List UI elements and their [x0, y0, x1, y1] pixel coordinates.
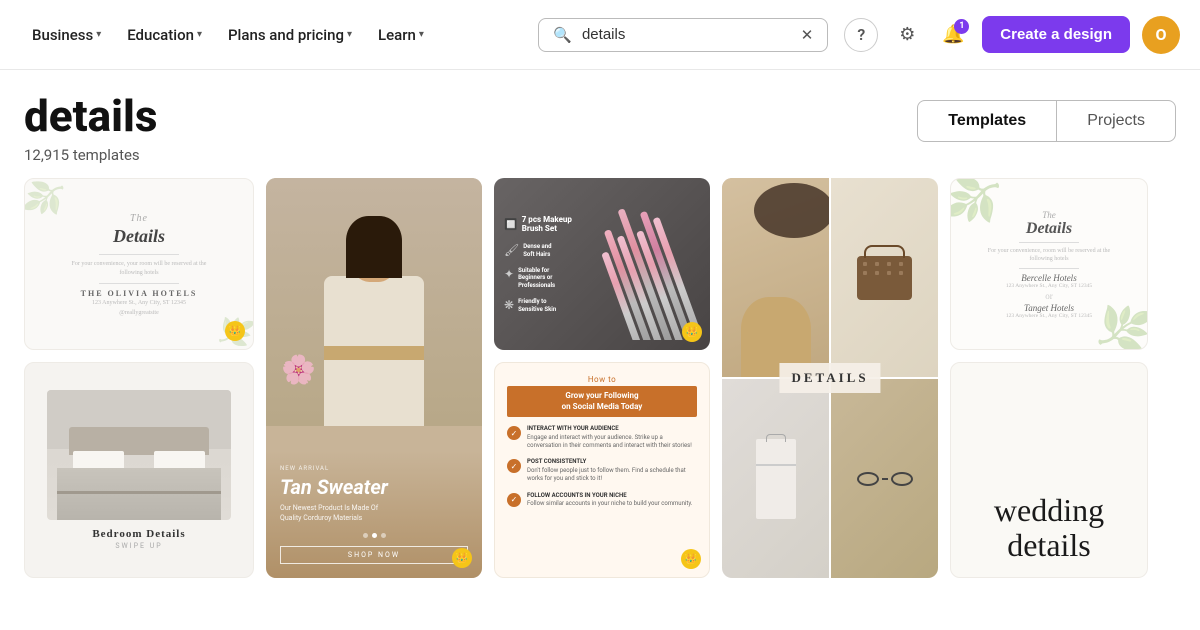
help-button[interactable]: ?	[844, 18, 878, 52]
chevron-down-icon: ▾	[96, 29, 101, 40]
settings-button[interactable]: ⚙	[890, 18, 924, 52]
tabs-container: Templates Projects	[917, 100, 1176, 142]
header-actions: ? ⚙ 🔔 1 Create a design O	[844, 16, 1180, 54]
card-hotel-addr: 123 Anywhere St., Any City, ST 12345	[92, 300, 186, 306]
main-nav: Business ▾ Education ▾ Plans and pricing…	[20, 18, 530, 52]
card-sweater-desc: Our Newest Product Is Made OfQuality Cor…	[280, 504, 468, 524]
card-new-tag: New arrival	[280, 465, 468, 472]
bedroom-photo	[47, 390, 230, 520]
card5-addr1: 123 Anywhere St., Any City, ST 12345	[1006, 283, 1092, 289]
header: Business ▾ Education ▾ Plans and pricing…	[0, 0, 1200, 70]
card5-hotel1: Bercelle Hotels	[1021, 273, 1076, 283]
nav-label-education: Education	[127, 26, 194, 44]
chevron-down-icon-2: ▾	[197, 29, 202, 40]
card5-the: The	[1042, 210, 1056, 220]
chevron-down-icon-4: ▾	[419, 29, 424, 40]
section-header: details 12,915 templates Templates Proje…	[24, 92, 1176, 164]
notification-badge: 1	[954, 19, 969, 34]
card-features: 🔲 7 pcs MakeupBrush Set 🖌 Dense andSoft …	[504, 215, 584, 314]
card-photo-area: 🌸	[266, 178, 482, 426]
template-card-watercolor-hotel[interactable]: 🌿 🌿 The Details For your convenience, ro…	[950, 178, 1148, 350]
template-grid: 🌿 🌿 The Details For your convenience, yo…	[24, 178, 1176, 578]
gear-icon: ⚙	[899, 24, 915, 45]
card7-how-to: How to	[507, 375, 697, 384]
nav-item-learn[interactable]: Learn ▾	[366, 18, 436, 52]
nav-label-plans: Plans and pricing	[228, 26, 344, 44]
tab-projects[interactable]: Projects	[1056, 100, 1176, 142]
nav-item-plans[interactable]: Plans and pricing ▾	[216, 18, 364, 52]
bedroom-subtitle: SWIPE UP	[115, 542, 162, 550]
chevron-down-icon-3: ▾	[347, 29, 352, 40]
avatar[interactable]: O	[1142, 16, 1180, 54]
collage-details-overlay: DETAILS	[779, 363, 880, 393]
tab-templates[interactable]: Templates	[917, 100, 1056, 142]
collage-img-4	[831, 379, 938, 578]
bedroom-title: Bedroom Details	[92, 528, 185, 540]
search-icon: 🔍	[553, 26, 572, 44]
card7-item-3: ✓ FOLLOW ACCOUNTS IN YOUR NICHEFollow si…	[507, 492, 697, 509]
card-social: @reallygreatsite	[119, 310, 159, 316]
notifications-button[interactable]: 🔔 1	[936, 18, 970, 52]
template-card-wedding-details[interactable]: weddingdetails	[950, 362, 1148, 578]
nav-label-business: Business	[32, 26, 93, 44]
nav-item-education[interactable]: Education ▾	[115, 18, 214, 52]
clear-search-icon[interactable]: ✕	[801, 26, 814, 44]
search-title: details	[24, 92, 157, 140]
card-sweater-title: Tan Sweater	[280, 475, 468, 499]
search-input[interactable]	[582, 26, 791, 43]
card5-or: or	[1045, 291, 1053, 301]
collage-img-2	[831, 178, 938, 377]
card-shop-btn[interactable]: SHOP NOW	[280, 546, 468, 564]
card5-details: Details	[1026, 220, 1072, 238]
watercolor-leaf-br: 🌿	[1090, 295, 1148, 351]
question-mark-icon: ?	[857, 25, 865, 44]
template-card-social-media[interactable]: How to Grow your Followingon Social Medi…	[494, 362, 710, 578]
card7-item-2: ✓ POST CONSISTENTLYDon't follow people j…	[507, 458, 697, 483]
collage-img-3	[722, 379, 829, 578]
watercolor-leaf-tl: 🌿	[950, 178, 1008, 234]
card-dots	[280, 533, 468, 538]
card7-title: Grow your Followingon Social Media Today	[507, 386, 697, 417]
create-design-button[interactable]: Create a design	[982, 16, 1130, 53]
search-results-info: details 12,915 templates	[24, 92, 157, 164]
template-card-bedroom[interactable]: Bedroom Details SWIPE UP	[24, 362, 254, 578]
card7-item-1: ✓ INTERACT WITH YOUR AUDIENCEEngage and …	[507, 425, 697, 450]
nav-label-learn: Learn	[378, 26, 416, 44]
card5-hotel2: Tanget Hotels	[1024, 303, 1074, 313]
collage-img-1	[722, 178, 829, 377]
card-main-title: Details	[113, 226, 165, 247]
card-script-title: The	[130, 213, 148, 224]
main-content: details 12,915 templates Templates Proje…	[0, 70, 1200, 578]
template-card-makeup-brushes[interactable]: 🔲 7 pcs MakeupBrush Set 🖌 Dense andSoft …	[494, 178, 710, 350]
nav-item-business[interactable]: Business ▾	[20, 18, 113, 52]
card5-sub: For your convenience, room will be reser…	[984, 247, 1114, 264]
card-brushes-visual	[590, 188, 700, 340]
template-card-hotel-details[interactable]: 🌿 🌿 The Details For your convenience, yo…	[24, 178, 254, 350]
template-card-details-collage[interactable]: DETAILS	[722, 178, 938, 578]
card-text-area: New arrival Tan Sweater Our Newest Produ…	[266, 451, 482, 579]
card-leaf-topleft: 🌿	[24, 178, 70, 223]
card-body-text: For your convenience, your room will be …	[64, 260, 214, 278]
pro-crown-badge-7: 👑	[681, 549, 701, 569]
template-card-tan-sweater[interactable]: 🌸 New arrival Tan Sweater Our Newest Pro…	[266, 178, 482, 578]
wedding-text: weddingdetails	[994, 493, 1104, 563]
card-hotel-name: The Olivia Hotels	[81, 289, 198, 298]
search-bar: 🔍 ✕	[538, 18, 828, 52]
result-count: 12,915 templates	[24, 146, 157, 164]
card5-addr2: 123 Anywhere St., Any City, ST 12345	[1006, 313, 1092, 319]
